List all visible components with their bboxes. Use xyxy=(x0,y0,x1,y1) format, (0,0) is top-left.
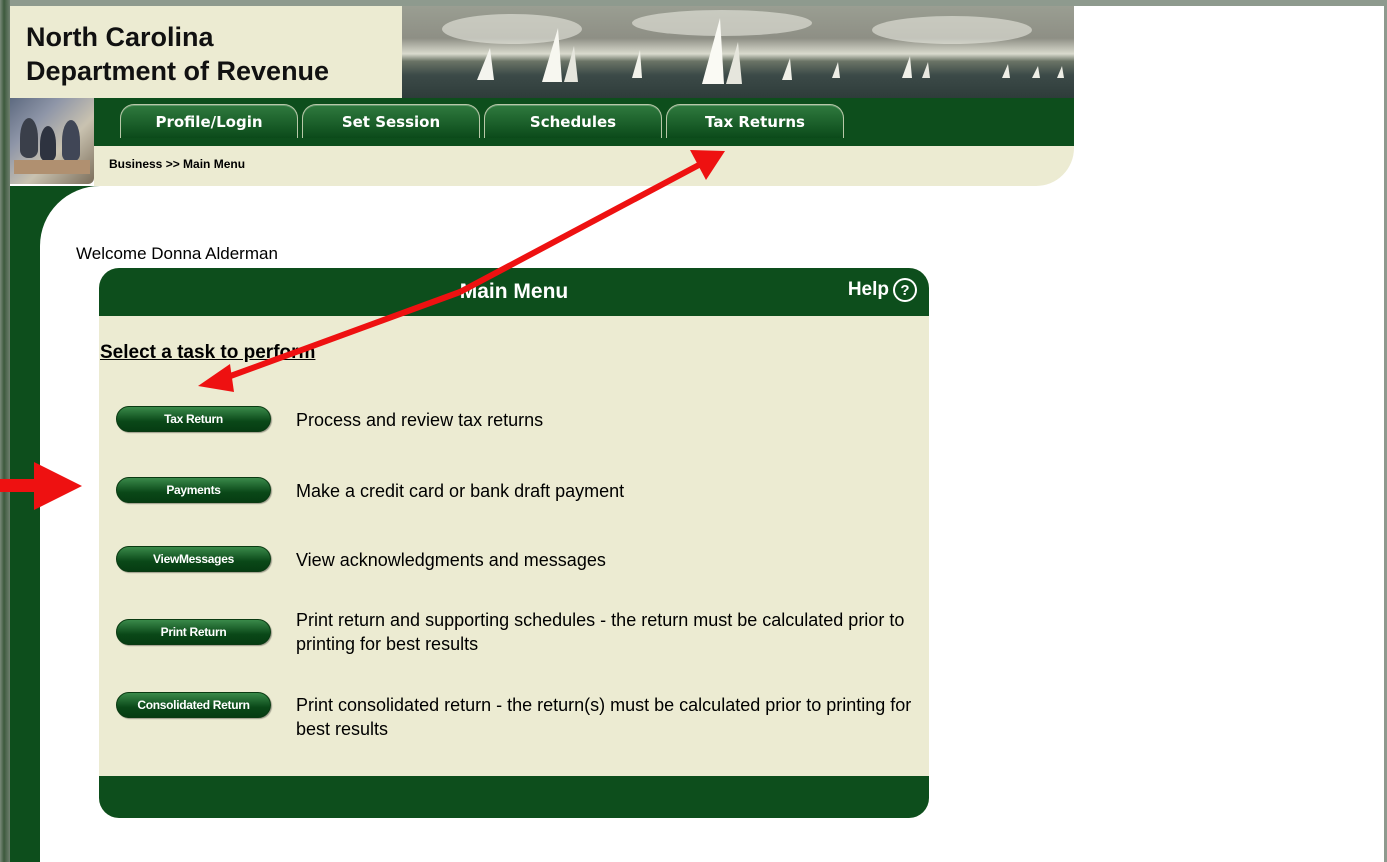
help-icon-glyph: ? xyxy=(895,280,915,300)
tab-schedules[interactable]: Schedules xyxy=(484,104,662,138)
panel-footer xyxy=(99,776,929,818)
sailboat-banner-image xyxy=(402,6,1074,98)
side-curve xyxy=(40,186,100,246)
payments-description: Make a credit card or bank draft payment xyxy=(296,481,625,501)
print-return-button[interactable]: Print Return xyxy=(116,619,271,645)
department-title-line2: Department of Revenue xyxy=(26,56,330,86)
welcome-message: Welcome Donna Alderman xyxy=(76,244,278,263)
help-icon[interactable]: ? xyxy=(893,278,917,302)
tax-return-description: Process and review tax returns xyxy=(296,410,544,430)
tax-return-button[interactable]: Tax Return xyxy=(116,406,271,432)
window-frame-left xyxy=(0,0,10,862)
panel-title: Main Menu xyxy=(459,280,569,303)
help-label: Help xyxy=(847,279,889,300)
department-title: North Carolina Department of Revenue xyxy=(26,20,329,88)
consolidated-return-description: Print consolidated return - the return(s… xyxy=(296,695,912,739)
print-return-description: Print return and supporting schedules - … xyxy=(296,610,905,654)
consolidated-return-button[interactable]: Consolidated Return xyxy=(116,692,271,718)
tab-set-session[interactable]: Set Session xyxy=(302,104,480,138)
department-title-line1: North Carolina xyxy=(26,22,214,52)
side-green-bar xyxy=(10,186,40,862)
breadcrumb: Business >> Main Menu xyxy=(109,157,246,171)
business-people-photo xyxy=(10,98,94,184)
help-link[interactable]: Help ? xyxy=(848,278,917,302)
view-messages-description: View acknowledgments and messages xyxy=(296,550,606,570)
tab-tax-returns[interactable]: Tax Returns xyxy=(666,104,844,138)
task-heading: Select a task to perform xyxy=(100,342,316,363)
payments-button[interactable]: Payments xyxy=(116,477,271,503)
view-messages-button[interactable]: ViewMessages xyxy=(116,546,271,572)
tab-profile-login[interactable]: Profile/Login xyxy=(120,104,298,138)
